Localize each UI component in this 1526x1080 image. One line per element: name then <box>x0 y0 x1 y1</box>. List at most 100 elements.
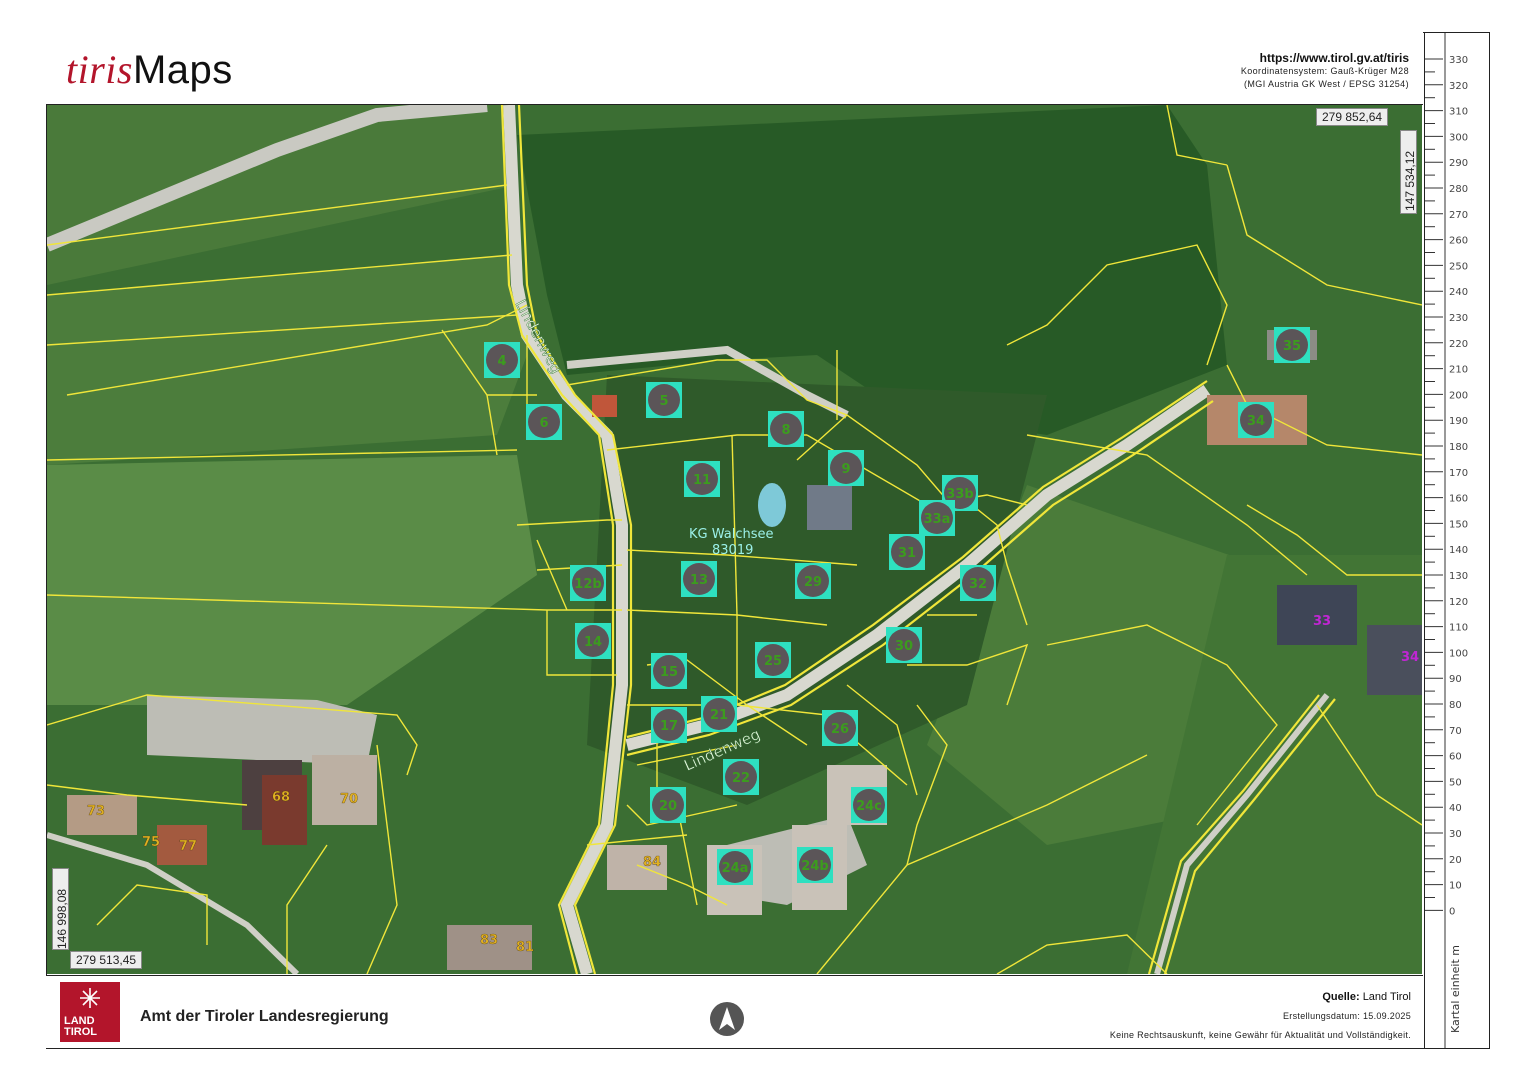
scale-tick-label: 280 <box>1449 184 1468 195</box>
scale-tick-label: 200 <box>1449 390 1468 401</box>
house-number: 83 <box>480 933 498 948</box>
parcel-marker[interactable]: 24b <box>797 847 833 883</box>
parcel-marker[interactable]: 21 <box>701 696 737 732</box>
parcel-number: 24a <box>722 861 749 876</box>
north-arrow-icon <box>710 1002 744 1036</box>
parcel-marker[interactable]: 26 <box>822 710 858 746</box>
parcel-marker[interactable]: 9 <box>828 450 864 486</box>
parcel-number: 22 <box>732 771 750 786</box>
scale-tick-label: 210 <box>1449 365 1468 376</box>
neighbour-house-number: 33 <box>1313 614 1331 629</box>
logo-line-2: TIROL <box>64 1026 97 1038</box>
land-tirol-logo[interactable]: LAND TIROL <box>60 982 120 1042</box>
scale-tick-label: 100 <box>1449 648 1468 659</box>
scale-tick-label: 220 <box>1449 339 1468 350</box>
house-number: 75 <box>142 835 160 850</box>
scale-tick-label: 50 <box>1449 777 1462 788</box>
map-canvas[interactable]: Lindenweg Lindenweg KG Walchsee 83019 45… <box>47 105 1422 974</box>
scale-tick-label: 330 <box>1449 55 1468 66</box>
parcel-marker[interactable]: 4 <box>484 342 520 378</box>
cadastral-name-label: KG Walchsee <box>689 527 774 542</box>
scale-tick-label: 270 <box>1449 210 1468 221</box>
scale-ruler: 3303203103002902802702602502402302202102… <box>1425 33 1468 1048</box>
parcel-number: 31 <box>898 546 916 561</box>
parcel-number: 24c <box>856 799 882 814</box>
scale-unit-label: Kartal einheit m <box>1449 945 1462 1033</box>
scale-tick-label: 180 <box>1449 442 1468 453</box>
parcel-marker[interactable]: 24c <box>851 787 887 823</box>
coord-top-right-x: 279 852,64 <box>1316 108 1389 126</box>
parcel-number: 17 <box>660 719 678 734</box>
scale-tick-label: 300 <box>1449 132 1468 143</box>
parcel-number: 21 <box>710 708 728 723</box>
building-roof <box>592 395 617 417</box>
parcel-marker[interactable]: 5 <box>646 382 682 418</box>
parcel-marker[interactable]: 22 <box>723 759 759 795</box>
parcel-marker[interactable]: 17 <box>651 707 687 743</box>
tiris-maps-logo[interactable]: tirisMaps <box>66 46 233 93</box>
parcel-marker[interactable]: 12b <box>570 565 606 601</box>
parcel-marker[interactable]: 20 <box>650 787 686 823</box>
scale-tick-label: 110 <box>1449 623 1468 634</box>
parcel-number: 14 <box>584 635 602 650</box>
source-url[interactable]: https://www.tirol.gv.at/tiris <box>1241 52 1409 65</box>
coord-top-right-y-text: 147 534,12 <box>1403 150 1417 211</box>
parcel-marker[interactable]: 8 <box>768 411 804 447</box>
scale-tick-label: 90 <box>1449 674 1462 685</box>
parcel-number: 35 <box>1283 339 1301 354</box>
scale-tick-label: 0 <box>1449 906 1455 917</box>
crs-line-2: (MGI Austria GK West / EPSG 31254) <box>1244 79 1409 89</box>
parcel-marker[interactable]: 29 <box>795 563 831 599</box>
parcel-number: 15 <box>660 665 678 680</box>
header-info: https://www.tirol.gv.at/tiris Koordinate… <box>1241 52 1409 91</box>
parcel-number: 24b <box>801 859 828 874</box>
parcel-marker[interactable]: 31 <box>889 534 925 570</box>
scale-tick-label: 10 <box>1449 881 1462 892</box>
scale-tick-label: 160 <box>1449 494 1468 505</box>
house-number: 70 <box>340 792 358 807</box>
parcel-number: 8 <box>781 423 790 438</box>
parcel-marker[interactable]: 35 <box>1274 327 1310 363</box>
swimming-pool <box>758 483 786 527</box>
orthophoto-map[interactable]: Lindenweg Lindenweg KG Walchsee 83019 45… <box>47 105 1422 974</box>
parcel-number: 9 <box>841 462 850 477</box>
parcel-number: 13 <box>690 573 708 588</box>
footer-info: Quelle: Land Tirol Erstellungsdatum: 15.… <box>1110 988 1411 1045</box>
logo-text: LAND TIROL <box>64 1016 97 1038</box>
parcel-marker[interactable]: 13 <box>681 561 717 597</box>
scale-bar: 330 320 310 300 290 280 270 260 250 240 230 220 210 2… <box>1424 32 1490 1049</box>
parcel-marker[interactable]: 32 <box>960 565 996 601</box>
parcel-marker[interactable]: 14 <box>575 623 611 659</box>
parcel-marker[interactable]: 15 <box>651 653 687 689</box>
source-label: Quelle: <box>1322 991 1360 1003</box>
logo-suffix: Maps <box>132 48 233 92</box>
parcel-marker[interactable]: 25 <box>755 642 791 678</box>
scale-tick-label: 170 <box>1449 468 1468 479</box>
scale-tick-label: 120 <box>1449 597 1468 608</box>
parcel-marker[interactable]: 33a <box>919 500 955 536</box>
parcel-marker[interactable]: 11 <box>684 461 720 497</box>
scale-tick-label: 310 <box>1449 107 1468 118</box>
parcel-number: 6 <box>539 416 548 431</box>
logo-brand: tiris <box>66 47 133 92</box>
scale-tick-label: 70 <box>1449 726 1462 737</box>
header: tirisMaps https://www.tirol.gv.at/tiris … <box>46 32 1423 105</box>
coord-bottom-left-y: 146 998,08 <box>52 868 69 950</box>
tirol-eagle-icon <box>80 988 100 1008</box>
coord-top-right-y: 147 534,12 <box>1400 130 1417 214</box>
cadastral-number-label: 83019 <box>712 543 753 558</box>
parcel-marker[interactable]: 30 <box>886 627 922 663</box>
parcel-number: 26 <box>831 722 849 737</box>
neighbour-house-number: 34 <box>1401 650 1419 665</box>
parcel-marker[interactable]: 6 <box>526 404 562 440</box>
scale-tick-label: 130 <box>1449 571 1468 582</box>
parcel-number: 34 <box>1247 414 1265 429</box>
date-value: 15.09.2025 <box>1362 1011 1411 1021</box>
parcel-number: 20 <box>659 799 677 814</box>
house-number: 81 <box>516 940 534 955</box>
house-number: 84 <box>643 855 661 870</box>
house-number: 68 <box>272 790 290 805</box>
scale-tick-label: 20 <box>1449 855 1462 866</box>
parcel-marker[interactable]: 34 <box>1238 402 1274 438</box>
parcel-marker[interactable]: 24a <box>717 849 753 885</box>
